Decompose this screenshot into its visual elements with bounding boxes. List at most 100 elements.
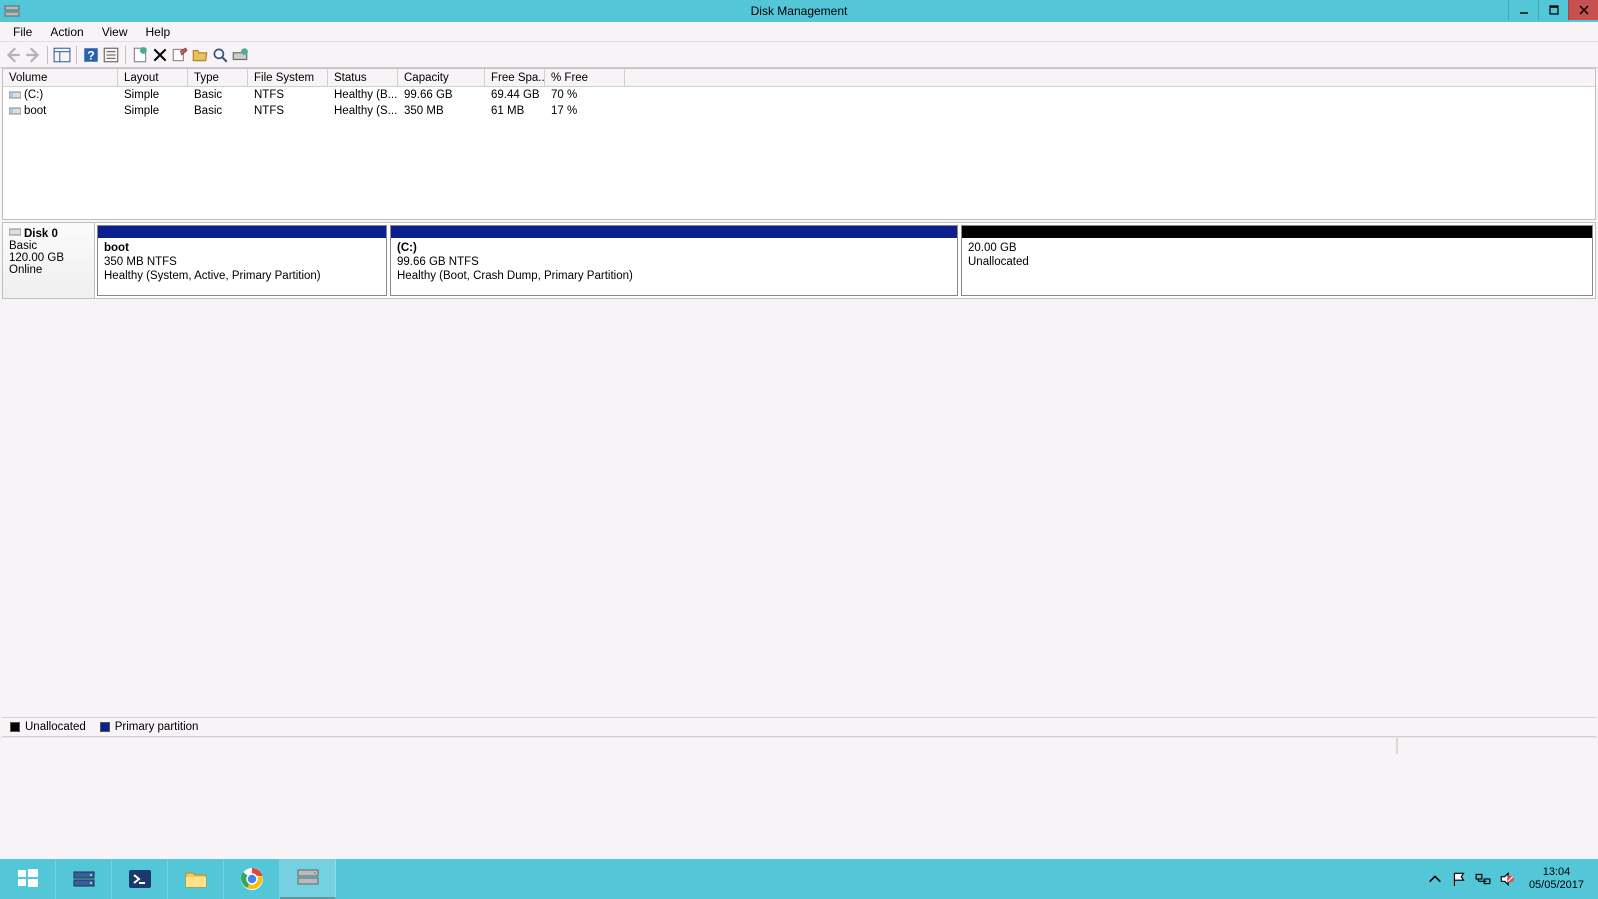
column-pctfree[interactable]: % Free	[545, 69, 625, 86]
tray-date: 05/05/2017	[1529, 879, 1584, 892]
partition[interactable]: 20.00 GB Unallocated	[961, 225, 1593, 296]
volume-fs: NTFS	[248, 105, 328, 117]
volume-fs: NTFS	[248, 89, 328, 101]
disk-state: Online	[9, 264, 88, 276]
volume-status: Healthy (S...	[328, 105, 398, 117]
volume-row[interactable]: boot Simple Basic NTFS Healthy (S... 350…	[3, 103, 1595, 119]
chrome-button[interactable]	[224, 859, 280, 899]
volume-capacity: 99.66 GB	[398, 89, 485, 101]
delete-button[interactable]	[151, 46, 169, 64]
column-capacity[interactable]: Capacity	[398, 69, 485, 86]
legend-swatch-unallocated	[10, 722, 20, 732]
app-icon	[4, 3, 20, 19]
partition[interactable]: (C:) 99.66 GB NTFS Healthy (Boot, Crash …	[390, 225, 958, 296]
partition-status: Healthy (Boot, Crash Dump, Primary Parti…	[397, 269, 951, 283]
open-button[interactable]	[191, 46, 209, 64]
toolbar-separator	[125, 46, 126, 64]
volume-row[interactable]: (C:) Simple Basic NTFS Healthy (B... 99.…	[3, 87, 1595, 103]
volume-pctfree: 70 %	[545, 89, 625, 101]
volume-layout: Simple	[118, 105, 188, 117]
nav-back-button[interactable]	[4, 46, 22, 64]
taskbar: 13:04 05/05/2017	[0, 859, 1598, 899]
flag-icon[interactable]	[1451, 871, 1467, 887]
window-title: Disk Management	[751, 4, 848, 18]
toolbar-separator	[76, 46, 77, 64]
legend-label: Unallocated	[25, 721, 86, 733]
start-button[interactable]	[0, 859, 56, 899]
help-button[interactable]: ?	[82, 46, 100, 64]
volume-icon[interactable]	[1499, 871, 1515, 887]
status-bar	[0, 737, 1598, 755]
properties-button[interactable]	[171, 46, 189, 64]
column-status[interactable]: Status	[328, 69, 398, 86]
legend-primary: Primary partition	[100, 721, 199, 733]
menubar: File Action View Help	[0, 22, 1598, 42]
window-controls	[1508, 0, 1598, 20]
volume-list-body[interactable]: (C:) Simple Basic NTFS Healthy (B... 99.…	[3, 87, 1595, 219]
disk-info[interactable]: Disk 0 Basic 120.00 GB Online	[3, 223, 95, 298]
volume-capacity: 350 MB	[398, 105, 485, 117]
disk-type: Basic	[9, 240, 88, 252]
disk-mgmt-button[interactable]	[280, 859, 336, 899]
volume-name: (C:)	[24, 89, 43, 101]
toolbar: ?	[0, 42, 1598, 68]
column-volume[interactable]: Volume	[3, 69, 118, 86]
volume-layout: Simple	[118, 89, 188, 101]
maximize-button[interactable]	[1538, 0, 1568, 20]
settings-button[interactable]	[102, 46, 120, 64]
server-manager-button[interactable]	[56, 859, 112, 899]
column-type[interactable]: Type	[188, 69, 248, 86]
partition[interactable]: boot 350 MB NTFS Healthy (System, Active…	[97, 225, 387, 296]
partition-bar	[391, 226, 957, 238]
volume-type: Basic	[188, 105, 248, 117]
minimize-button[interactable]	[1508, 0, 1538, 20]
explore-button[interactable]	[211, 46, 229, 64]
volume-name: boot	[24, 105, 46, 117]
system-tray: 13:04 05/05/2017	[1419, 859, 1598, 899]
column-filesystem[interactable]: File System	[248, 69, 328, 86]
powershell-button[interactable]	[112, 859, 168, 899]
partition-name: boot	[104, 241, 380, 255]
partition-status: Unallocated	[968, 255, 1586, 269]
rescan-button[interactable]	[231, 46, 249, 64]
tray-clock[interactable]: 13:04 05/05/2017	[1523, 866, 1590, 892]
menu-help[interactable]: Help	[137, 23, 180, 41]
show-hide-tree-button[interactable]	[53, 46, 71, 64]
volume-type: Basic	[188, 89, 248, 101]
column-layout[interactable]: Layout	[118, 69, 188, 86]
partition-status: Healthy (System, Active, Primary Partiti…	[104, 269, 380, 283]
volume-list-header: Volume Layout Type File System Status Ca…	[3, 69, 1595, 87]
menu-view[interactable]: View	[93, 23, 137, 41]
column-freespace[interactable]: Free Spa...	[485, 69, 545, 86]
tray-chevron-icon[interactable]	[1427, 871, 1443, 887]
blank-area	[0, 301, 1598, 717]
partition-bar	[98, 226, 386, 238]
partition-detail: 350 MB NTFS	[104, 255, 380, 269]
taskbar-spacer	[336, 859, 1419, 899]
drive-icon	[9, 90, 21, 100]
volume-free: 61 MB	[485, 105, 545, 117]
titlebar: Disk Management	[0, 0, 1598, 22]
volume-free: 69.44 GB	[485, 89, 545, 101]
legend: Unallocated Primary partition	[2, 717, 1596, 737]
volume-list: Volume Layout Type File System Status Ca…	[2, 68, 1596, 220]
nav-forward-button[interactable]	[24, 46, 42, 64]
menu-file[interactable]: File	[4, 23, 41, 41]
network-icon[interactable]	[1475, 871, 1491, 887]
volume-pctfree: 17 %	[545, 105, 625, 117]
drive-icon	[9, 106, 21, 116]
refresh-button[interactable]	[131, 46, 149, 64]
partition-bar	[962, 226, 1592, 238]
partition-name: (C:)	[397, 241, 951, 255]
menu-action[interactable]: Action	[41, 23, 92, 41]
disk-partitions: boot 350 MB NTFS Healthy (System, Active…	[95, 223, 1595, 298]
tray-time: 13:04	[1529, 866, 1584, 879]
legend-label: Primary partition	[115, 721, 199, 733]
volume-status: Healthy (B...	[328, 89, 398, 101]
toolbar-separator	[47, 46, 48, 64]
explorer-button[interactable]	[168, 859, 224, 899]
legend-swatch-primary	[100, 722, 110, 732]
disk-icon	[9, 227, 21, 240]
disk-row: Disk 0 Basic 120.00 GB Online boot 350 M…	[2, 222, 1596, 299]
close-button[interactable]	[1568, 0, 1598, 20]
